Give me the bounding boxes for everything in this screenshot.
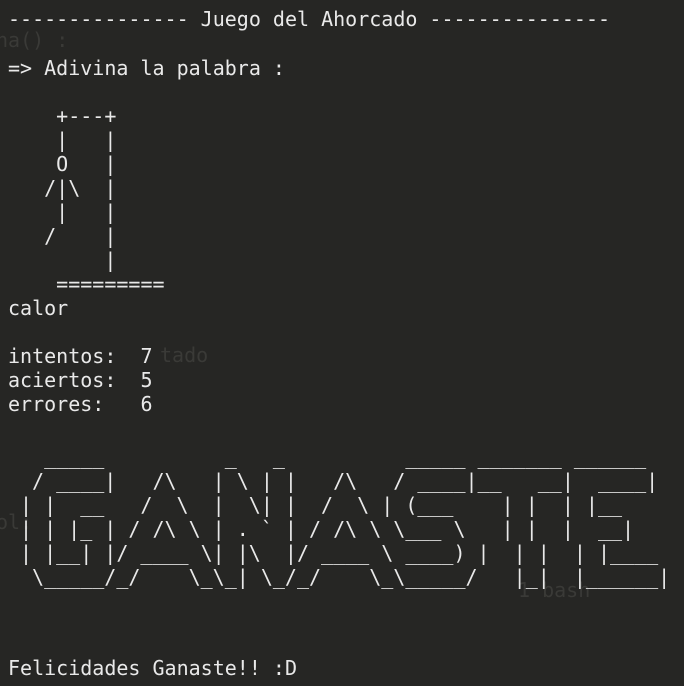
banner-line: | |__| |/ ____ \| |\ |/ ____ \ ____) | |…	[20, 541, 671, 565]
gallows-line: /|\ |	[8, 176, 117, 200]
gallows-line: | |	[8, 200, 117, 224]
guessed-word: calor	[8, 296, 69, 320]
banner-line: / ____| /\ | \ | | /\ / ____|__ __| ____…	[20, 469, 659, 493]
game-title-line: --------------- Juego del Ahorcado -----…	[8, 7, 611, 31]
stat-errores: errores: 6	[8, 392, 153, 416]
ghost-text-top-left: na() :	[0, 28, 69, 52]
banner-line: | | __ / \ | \| | / \ | (___ | | | |__	[20, 493, 659, 517]
ganaste-ascii-banner: _____ _ _ _____ _______ ______ / ____| /…	[20, 445, 670, 589]
ghost-text-mid: tado	[160, 343, 209, 367]
banner-line: \_____/_/ \_\_| \_/_/ \_\_____/ |_| |___…	[20, 565, 671, 589]
banner-line: | | |_ | / /\ \ | . ` | / /\ \ \___ \ | …	[20, 517, 659, 541]
gallows-line: | |	[8, 128, 117, 152]
gallows-line: O |	[8, 152, 117, 176]
gallows-line: +---+	[8, 104, 117, 128]
banner-line: _____ _ _ _____ _______ ______	[20, 445, 659, 469]
stat-intentos: intentos: 7	[8, 344, 153, 368]
hangman-drawing: +---+ | | O | /|\ | | | / | | =========	[8, 104, 165, 296]
gallows-line: |	[8, 248, 117, 272]
stat-aciertos: aciertos: 5	[8, 368, 153, 392]
gallows-line: / |	[8, 224, 117, 248]
terminal-window[interactable]: na() : tado ol: 1 bash --------------- J…	[0, 0, 684, 686]
gallows-line: =========	[8, 272, 165, 296]
guess-prompt: => Adivina la palabra :	[8, 56, 285, 80]
congrats-message: Felicidades Ganaste!! :D	[8, 656, 297, 680]
